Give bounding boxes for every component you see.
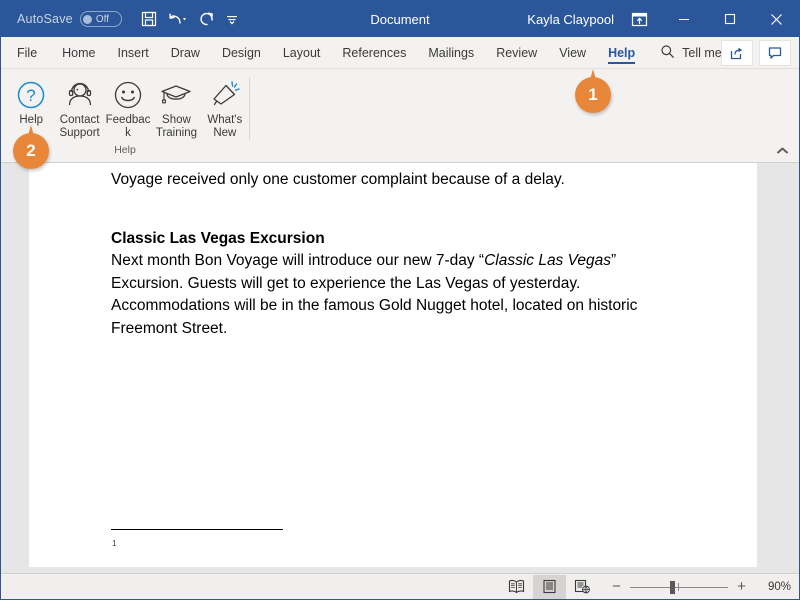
undo-icon[interactable] (165, 6, 191, 32)
window-controls (661, 1, 799, 37)
document-page[interactable]: Voyage received only one customer compla… (29, 163, 757, 567)
customize-quick-access-toolbar-icon[interactable] (223, 6, 241, 32)
status-bar: − + 90% (1, 573, 799, 599)
zoom-slider-midpoint-tick (678, 582, 679, 591)
redo-icon[interactable] (194, 6, 220, 32)
autosave-toggle-state: Off (95, 13, 109, 25)
zoom-slider[interactable] (630, 580, 728, 594)
document-text-body[interactable]: Voyage received only one customer compla… (111, 169, 671, 340)
feedback-button[interactable]: Feedback (104, 75, 152, 140)
zoom-slider-thumb[interactable] (670, 580, 675, 594)
paragraph-1: Voyage received only one customer compla… (111, 171, 565, 188)
contact-support-button[interactable]: Contact Support (55, 75, 103, 140)
autosave-toggle[interactable]: Off (79, 11, 122, 27)
title-bar: AutoSave Off Document Kayla Claypool (1, 1, 799, 37)
print-layout-icon[interactable] (533, 574, 566, 599)
comments-button[interactable] (759, 39, 791, 66)
document-canvas: Voyage received only one customer compla… (1, 163, 799, 577)
ribbon: ? Help Contact Support Feedback Show Tra… (1, 69, 799, 163)
help-button[interactable]: ? Help (7, 75, 55, 127)
callout-marker-2-number: 2 (26, 141, 36, 160)
minimize-button[interactable] (661, 1, 707, 37)
close-button[interactable] (753, 1, 799, 37)
zoom-in-button[interactable]: + (736, 579, 747, 594)
tab-mailings[interactable]: Mailings (417, 37, 485, 68)
zoom-level-label[interactable]: 90% (757, 581, 791, 593)
heading-classic-las-vegas-excursion: Classic Las Vegas Excursion (111, 229, 325, 247)
contact-support-button-label: Contact Support (59, 114, 100, 139)
quick-access-toolbar (136, 6, 241, 32)
whats-new-button-label: What's New (207, 114, 243, 139)
question-mark-circle-icon: ? (16, 78, 46, 112)
chevron-up-icon[interactable] (771, 140, 793, 160)
autosave-control[interactable]: AutoSave Off (17, 11, 122, 27)
autosave-toggle-knob (82, 14, 92, 24)
paragraph-2-italic: Classic Las Vegas (484, 252, 611, 269)
footnote-separator (111, 529, 283, 530)
tab-insert[interactable]: Insert (107, 37, 160, 68)
share-button[interactable] (721, 39, 753, 66)
user-account-name[interactable]: Kayla Claypool (527, 12, 614, 27)
view-mode-buttons (500, 574, 599, 599)
callout-marker-1: 1 (575, 69, 611, 113)
tab-file[interactable]: File (1, 37, 51, 68)
web-layout-icon[interactable] (566, 575, 599, 599)
tabs-right-actions (721, 37, 791, 68)
megaphone-icon (209, 78, 241, 112)
read-mode-icon[interactable] (500, 575, 533, 599)
ribbon-group-separator (249, 77, 250, 140)
tab-home[interactable]: Home (51, 37, 106, 68)
ribbon-tabs: File Home Insert Draw Design Layout Refe… (1, 37, 799, 69)
tell-me-search[interactable]: Tell me (646, 37, 732, 68)
ribbon-display-options-icon[interactable] (627, 7, 651, 31)
tab-layout[interactable]: Layout (272, 37, 332, 68)
svg-text:?: ? (26, 86, 35, 105)
tab-design[interactable]: Design (211, 37, 272, 68)
paragraph-2-part1: Next month Bon Voyage will introduce our… (111, 252, 485, 269)
callout-marker-2: 2 (13, 125, 49, 169)
tell-me-label: Tell me (682, 45, 722, 60)
show-training-button-label: Show Training (155, 114, 197, 139)
tab-help[interactable]: Help (597, 37, 646, 68)
autosave-label: AutoSave (17, 12, 73, 26)
show-training-button[interactable]: Show Training (152, 75, 200, 140)
tab-draw[interactable]: Draw (160, 37, 211, 68)
paragraph-2: Next month Bon Voyage will introduce our… (111, 250, 671, 340)
word-application-window: AutoSave Off Document Kayla Claypool Fil… (0, 0, 800, 600)
graduation-cap-icon (160, 78, 192, 112)
tab-references[interactable]: References (331, 37, 417, 68)
callout-marker-1-number: 1 (588, 85, 598, 104)
maximize-button[interactable] (707, 1, 753, 37)
headset-person-icon (64, 78, 96, 112)
footnote-number: 1 (112, 539, 117, 548)
smiley-face-icon (113, 78, 143, 112)
zoom-slider-track (630, 586, 728, 588)
feedback-button-label: Feedback (105, 114, 151, 139)
save-icon[interactable] (136, 6, 162, 32)
zoom-control: − + (611, 579, 747, 594)
tab-view[interactable]: View (548, 37, 597, 68)
search-icon (660, 44, 675, 62)
zoom-out-button[interactable]: − (611, 579, 622, 594)
whats-new-button[interactable]: What's New (201, 75, 249, 140)
tab-review[interactable]: Review (485, 37, 548, 68)
